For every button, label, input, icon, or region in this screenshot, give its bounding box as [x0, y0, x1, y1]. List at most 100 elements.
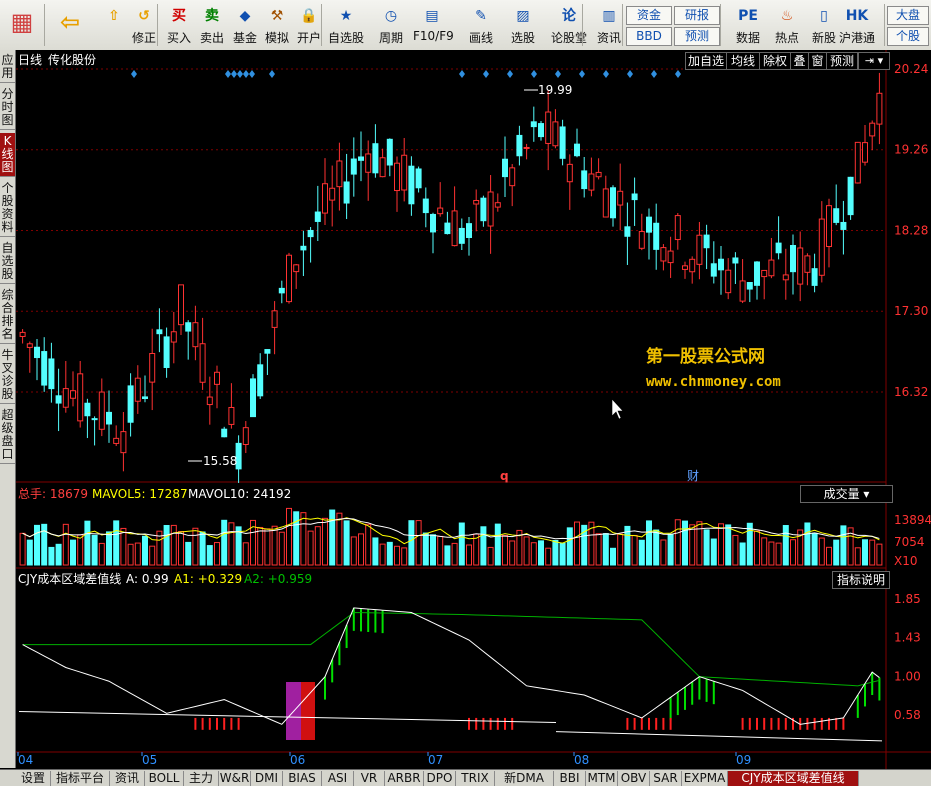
indicator-tab-13[interactable]: 新DMA	[495, 771, 554, 786]
month-label: 05	[142, 753, 157, 767]
up-arrow-icon: ⇧	[108, 8, 120, 24]
candle-body	[444, 222, 451, 235]
candle-body	[588, 173, 595, 191]
candle-body	[113, 437, 120, 444]
period-button[interactable]: ◷ 周期	[372, 2, 410, 48]
sidebar-tab-timeshare[interactable]: 分时图	[0, 86, 15, 130]
toolbar-separator	[157, 4, 158, 46]
hk-connect-button[interactable]: HK 沪港通	[838, 2, 876, 48]
buy-icon: 买	[172, 8, 186, 24]
indicator-tab-19[interactable]: CJY成本区域差值线	[728, 771, 859, 786]
candle-body	[732, 257, 739, 264]
volume-bar	[552, 539, 559, 566]
indicator-title: CJY成本区域差值线	[18, 571, 121, 586]
indicator-tab-1[interactable]: 指标平台	[51, 771, 110, 786]
indicator-tab-5[interactable]: W&R	[219, 771, 251, 786]
candle-body	[70, 390, 76, 399]
indicator-tab-12[interactable]: TRIX	[456, 771, 495, 786]
indicator-tab-16[interactable]: OBV	[618, 771, 650, 786]
sidebar-tab-kline[interactable]: K线图	[0, 133, 15, 177]
toolbar-separator	[622, 4, 623, 46]
chart-header-button-1[interactable]: 均线	[726, 52, 760, 70]
indicator-tab-8[interactable]: ASI	[322, 771, 354, 786]
indicator-tab-15[interactable]: MTM	[586, 771, 618, 786]
sidebar-tab-watchlist[interactable]: 自选股	[0, 240, 15, 284]
indicator-tab-2[interactable]: 资讯	[110, 771, 145, 786]
sidebar-tab-profile[interactable]: 个股资料	[0, 180, 15, 237]
back-button[interactable]: ⇦	[48, 2, 92, 48]
indicator-tab-4[interactable]: 主力	[184, 771, 219, 786]
indicator-tab-7[interactable]: BIAS	[283, 771, 322, 786]
candle-body	[408, 165, 415, 205]
volume-indicator-select[interactable]: 成交量 ▾	[800, 485, 893, 503]
chart-header-button-4[interactable]: 窗	[808, 52, 827, 70]
q-marker[interactable]: q	[500, 469, 509, 483]
candle-body	[170, 331, 177, 343]
indicator-tab-3[interactable]: BOLL	[145, 771, 184, 786]
indicator-tab-0[interactable]: 设置	[16, 771, 51, 786]
sidebar-tab-apps[interactable]: 应用	[0, 52, 15, 83]
back-arrow-icon: ⇦	[59, 8, 81, 36]
forecast-box[interactable]: 预测	[674, 27, 720, 46]
indicator-tab-10[interactable]: ARBR	[385, 771, 424, 786]
candle-body	[581, 170, 588, 190]
watchlist-button[interactable]: ★ 自选股	[327, 2, 365, 48]
chart-header-button-2[interactable]: 除权	[759, 52, 791, 70]
candle-body	[646, 216, 652, 233]
candle-body	[840, 221, 847, 230]
hot-button[interactable]: ♨ 热点	[768, 2, 806, 48]
indicator-tab-9[interactable]: VR	[354, 771, 385, 786]
candle-body	[293, 264, 300, 273]
candle-body	[624, 226, 631, 237]
volume-ma10-label: MAVOL10: 24192	[188, 487, 291, 501]
indicator-help-button[interactable]: 指标说明	[832, 571, 890, 589]
watermark-url: www.chnmoney.com	[646, 374, 781, 390]
candle-body	[631, 193, 638, 201]
indicator-tab-17[interactable]: SAR	[650, 771, 682, 786]
draw-button[interactable]: ✎ 画线	[462, 2, 500, 48]
f10-button[interactable]: ▤ F10/F9	[413, 2, 454, 48]
volume-bar	[502, 534, 508, 566]
pe-icon: PE	[738, 8, 758, 24]
indicator-tab-14[interactable]: BBI	[554, 771, 586, 786]
open-account-button[interactable]: 🔒 开户	[290, 2, 328, 48]
grid-menu-button[interactable]: ▦	[0, 2, 44, 48]
data-button[interactable]: PE 数据	[729, 2, 767, 48]
volume-bar	[725, 524, 732, 566]
volume-bar	[638, 539, 645, 566]
volume-bar	[264, 528, 271, 566]
watermark-title: 第一股票公式网	[646, 346, 765, 367]
expand-panel-icon[interactable]: ⇥ ▾	[858, 52, 890, 70]
chart-header-button-5[interactable]: 预测	[826, 52, 858, 70]
month-label: 08	[574, 753, 589, 767]
market-box[interactable]: 大盘	[887, 6, 929, 25]
star-folder-icon: ★	[339, 8, 353, 24]
volume-bar	[149, 545, 156, 566]
indicator-tab-6[interactable]: DMI	[251, 771, 283, 786]
candle-body	[98, 391, 105, 430]
chart-header-button-0[interactable]: 加自选	[685, 52, 727, 70]
sidebar-tab-ranking[interactable]: 综合排名	[0, 287, 15, 344]
candle-body	[286, 254, 292, 303]
volume-bar	[278, 531, 285, 566]
candle-body	[206, 396, 213, 406]
candle-body	[178, 284, 184, 326]
volume-bar	[127, 543, 134, 566]
research-box[interactable]: 研报	[674, 6, 720, 25]
candle-body	[26, 343, 33, 348]
indicator-tab-18[interactable]: EXPMA	[682, 771, 728, 786]
sidebar-tab-diagnosis[interactable]: 牛叉诊股	[0, 347, 15, 404]
finance-marker[interactable]: 财	[687, 469, 699, 483]
individual-box[interactable]: 个股	[887, 27, 929, 46]
bbd-box[interactable]: BBD	[626, 27, 672, 46]
volume-bar	[408, 520, 415, 566]
volume-bar	[386, 541, 393, 566]
capital-box[interactable]: 资金	[626, 6, 672, 25]
indicator-tab-11[interactable]: DPO	[424, 771, 456, 786]
candle-body	[192, 322, 199, 348]
stock-picker-button[interactable]: ▨ 选股	[504, 2, 542, 48]
chart-header-button-3[interactable]: 叠	[790, 52, 809, 70]
sidebar-tab-level2[interactable]: 超级盘口	[0, 407, 15, 464]
volume-bar	[300, 512, 307, 566]
volume-bar	[379, 543, 386, 566]
